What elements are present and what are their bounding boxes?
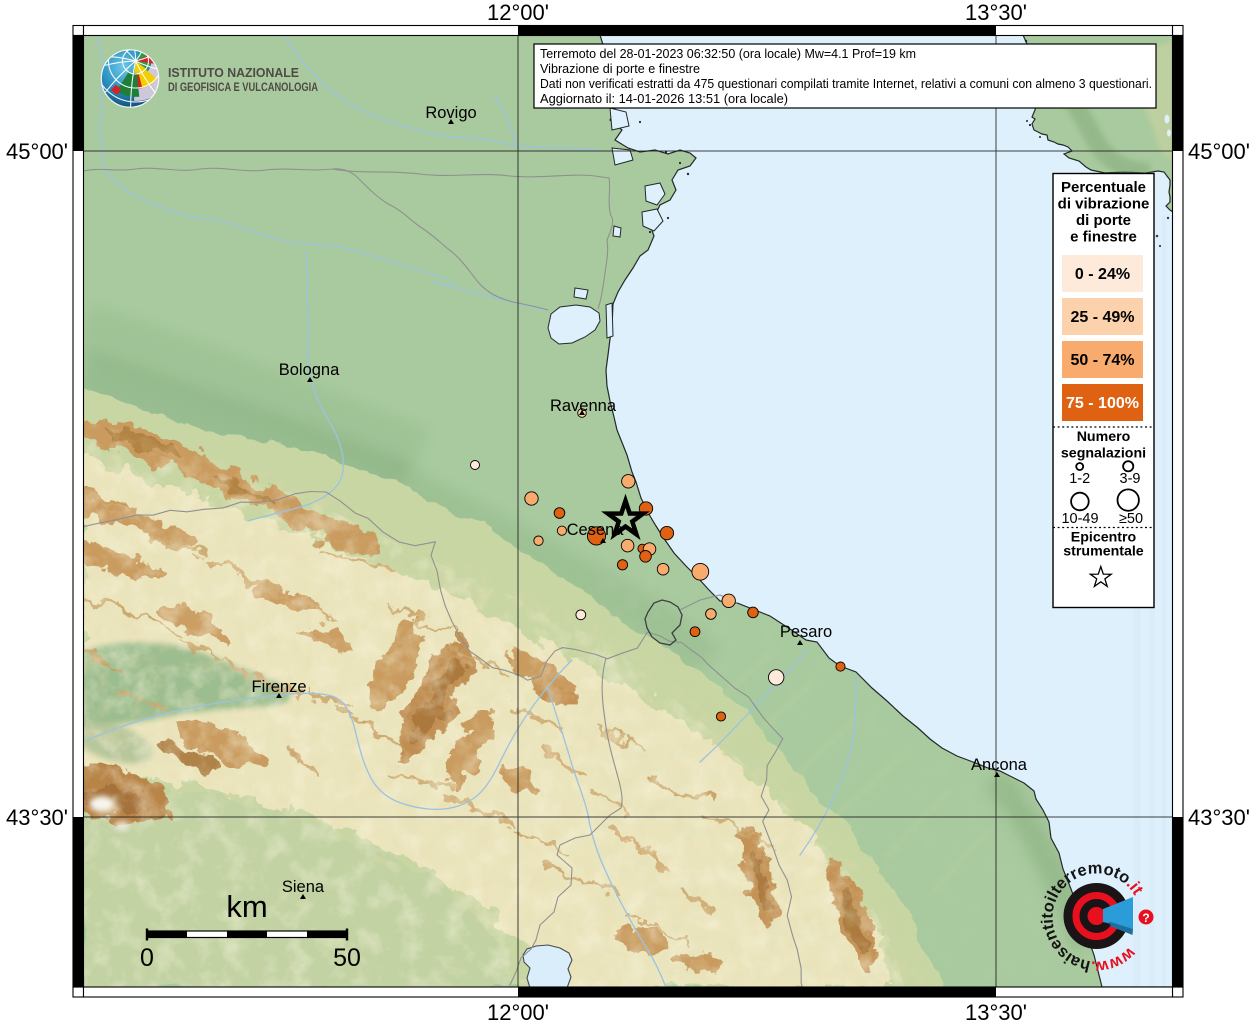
svg-text:Numero: Numero xyxy=(1077,429,1131,445)
svg-text:strumentale: strumentale xyxy=(1063,544,1144,560)
svg-text:di vibrazione: di vibrazione xyxy=(1058,196,1150,213)
svg-text:12°00': 12°00' xyxy=(487,0,549,25)
svg-text:43°30': 43°30' xyxy=(1188,805,1250,830)
svg-text:segnalazioni: segnalazioni xyxy=(1061,446,1146,462)
svg-text:Aggiornato il: 14-01-2026 13:5: Aggiornato il: 14-01-2026 13:51 (ora loc… xyxy=(540,91,788,106)
svg-text:Dati non verificati estratti d: Dati non verificati estratti da 475 ques… xyxy=(540,76,1152,91)
svg-text:Firenze: Firenze xyxy=(251,678,306,696)
svg-text:≥50: ≥50 xyxy=(1119,511,1143,527)
svg-text:e finestre: e finestre xyxy=(1070,229,1137,246)
svg-text:13°30': 13°30' xyxy=(965,1000,1027,1024)
svg-text:10-49: 10-49 xyxy=(1061,511,1098,527)
svg-text:Rovigo: Rovigo xyxy=(425,104,476,122)
svg-text:Percentuale: Percentuale xyxy=(1061,179,1146,196)
svg-text:Vibrazione di porte e finestre: Vibrazione di porte e finestre xyxy=(540,61,700,76)
svg-text:50: 50 xyxy=(333,944,361,972)
svg-text:Pesaro: Pesaro xyxy=(780,623,832,641)
svg-text:km: km xyxy=(226,889,267,924)
svg-text:DI GEOFISICA E VULCANOLOGIA: DI GEOFISICA E VULCANOLOGIA xyxy=(168,80,318,94)
svg-text:50 - 74%: 50 - 74% xyxy=(1070,352,1134,369)
svg-text:Bologna: Bologna xyxy=(279,361,340,379)
svg-text:45°00': 45°00' xyxy=(1188,139,1250,164)
svg-text:Siena: Siena xyxy=(282,878,325,896)
svg-text:12°00': 12°00' xyxy=(487,1000,549,1024)
svg-text:43°30': 43°30' xyxy=(6,805,68,830)
svg-text:25 - 49%: 25 - 49% xyxy=(1070,309,1134,326)
svg-text:Ravenna: Ravenna xyxy=(550,397,617,415)
svg-text:di porte: di porte xyxy=(1076,212,1131,229)
svg-text:?: ? xyxy=(1142,911,1149,925)
svg-text:Ancona: Ancona xyxy=(971,756,1028,774)
svg-text:13°30': 13°30' xyxy=(965,0,1027,25)
svg-text:3-9: 3-9 xyxy=(1120,471,1141,487)
svg-text:0 - 24%: 0 - 24% xyxy=(1075,266,1130,283)
svg-text:Terremoto del 28-01-2023 06:32: Terremoto del 28-01-2023 06:32:50 (ora l… xyxy=(540,46,916,61)
svg-text:1-2: 1-2 xyxy=(1069,471,1090,487)
svg-text:ISTITUTO NAZIONALE: ISTITUTO NAZIONALE xyxy=(168,65,299,80)
svg-text:75 - 100%: 75 - 100% xyxy=(1066,395,1139,412)
svg-text:45°00': 45°00' xyxy=(6,139,68,164)
svg-text:0: 0 xyxy=(140,944,154,972)
